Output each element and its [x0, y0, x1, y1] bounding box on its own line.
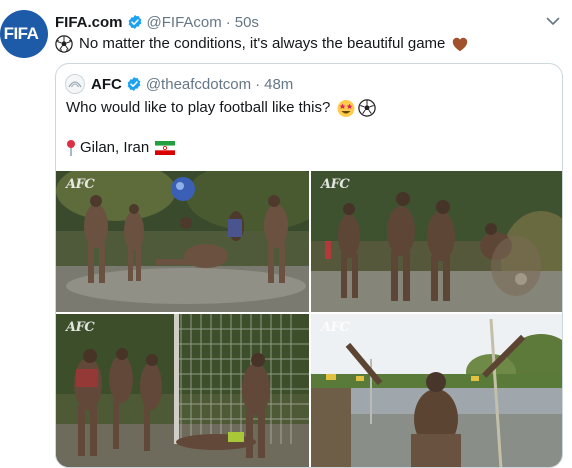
photo-grid: AFC AFC AFC AFC [56, 171, 562, 467]
star-struck-icon [337, 100, 355, 117]
iran-flag-icon [155, 141, 176, 155]
quoted-tweet[interactable]: AFC @theafcdotcom · 48m Who would like t… [55, 63, 563, 468]
quoted-text-content: Who would like to play football like thi… [66, 99, 331, 116]
photo-watermark: AFC [66, 177, 95, 192]
muddy-football-photo-1 [56, 171, 309, 312]
soccer-ball-icon [55, 35, 73, 53]
timestamp[interactable]: 50s [235, 14, 259, 31]
round-pushpin-icon [67, 140, 75, 156]
separator: · [255, 75, 261, 93]
fifa-avatar[interactable]: FIFA [0, 10, 48, 58]
quoted-author-name[interactable]: AFC [91, 76, 122, 93]
photo-4[interactable]: AFC [311, 314, 562, 467]
quoted-tweet-text: Who would like to play football like thi… [66, 98, 377, 118]
muddy-football-photo-3 [56, 314, 309, 467]
photo-watermark: AFC [321, 320, 350, 335]
verified-badge-icon [128, 15, 141, 29]
tweet-text-content: No matter the conditions, it's always th… [79, 35, 446, 52]
photo-watermark: AFC [66, 320, 95, 335]
location-text: Gilan, Iran [80, 139, 150, 156]
author-handle[interactable]: @FIFAcom [147, 14, 222, 31]
chevron-down-icon[interactable] [544, 12, 562, 30]
separator: · [225, 13, 231, 31]
photo-1[interactable]: AFC [56, 171, 309, 312]
quoted-timestamp[interactable]: 48m [264, 76, 293, 93]
tweet-header: FIFA.com @FIFAcom · 50s [55, 12, 259, 32]
afc-logo-icon [68, 81, 82, 88]
muddy-football-photo-4 [311, 314, 562, 467]
tweet[interactable]: FIFA FIFA.com @FIFAcom · 50s No matter t… [0, 0, 572, 468]
verified-badge-icon [127, 77, 141, 91]
quoted-tweet-header: AFC @theafcdotcom · 48m [65, 74, 293, 94]
soccer-ball-icon [358, 99, 377, 117]
author-name[interactable]: FIFA.com [55, 14, 123, 31]
tweet-text: No matter the conditions, it's always th… [55, 34, 469, 54]
photo-watermark: AFC [321, 177, 350, 192]
location-line: Gilan, Iran [66, 138, 176, 158]
quoted-author-handle[interactable]: @theafcdotcom [146, 76, 251, 93]
avatar-logo-text: FIFA [3, 24, 39, 43]
muddy-football-photo-2 [311, 171, 562, 312]
brown-heart-icon [453, 37, 468, 52]
photo-3[interactable]: AFC [56, 314, 309, 467]
photo-2[interactable]: AFC [311, 171, 562, 312]
afc-avatar[interactable] [65, 74, 85, 94]
